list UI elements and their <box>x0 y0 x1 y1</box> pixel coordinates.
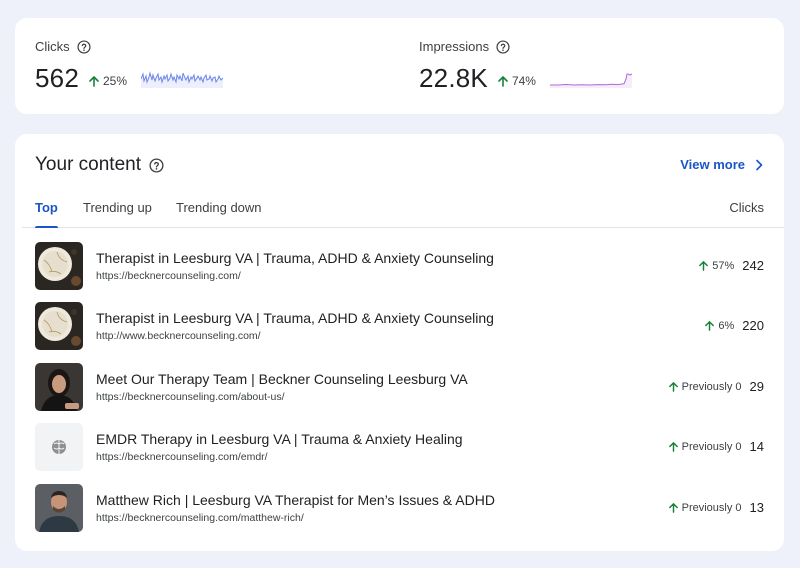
row-change: Previously 0 <box>668 381 742 393</box>
row-stats: 57% 242 <box>698 258 764 273</box>
your-content-card: Your content View more Top Trending up T… <box>15 134 784 551</box>
arrow-up-icon <box>699 261 709 271</box>
arrow-up-icon <box>705 321 715 331</box>
man-portrait <box>35 484 83 532</box>
row-clicks: 14 <box>749 439 764 454</box>
row-url: http://www.becknercounseling.com/ <box>96 330 261 342</box>
help-icon[interactable] <box>149 157 164 173</box>
arrow-up-icon <box>668 503 678 513</box>
tab-trending-down[interactable]: Trending down <box>163 200 275 228</box>
row-url: https://becknercounseling.com/about-us/ <box>96 391 285 403</box>
row-clicks: 13 <box>749 500 764 515</box>
brain-thumbnail <box>35 423 83 471</box>
impressions-sparkline <box>549 73 632 88</box>
impressions-label: Impressions <box>419 39 490 54</box>
row-change: 57% <box>698 260 734 272</box>
team-member-thumbnail <box>35 363 83 411</box>
clicks-sparkline <box>141 71 224 88</box>
content-header: Your content View more <box>35 154 764 180</box>
row-url: https://becknercounseling.com/matthew-ri… <box>96 512 304 524</box>
row-change: Previously 0 <box>668 441 742 453</box>
row-title[interactable]: Therapist in Leesburg VA | Trauma, ADHD … <box>96 310 494 326</box>
clicks-change-value: 25% <box>102 74 128 88</box>
row-change-value: Previously 0 <box>681 440 742 453</box>
view-more-label: View more <box>680 157 745 172</box>
ceramic-plate-image <box>35 302 83 350</box>
clicks-change: 25% <box>88 74 127 88</box>
metrics-card: Clicks 562 25% Impressions 22.8K 74% <box>15 18 784 114</box>
impressions-change-value: 74% <box>511 74 536 88</box>
row-url: https://becknercounseling.com/ <box>96 270 241 282</box>
brain-icon-placeholder <box>35 423 83 471</box>
ceramic-plate-thumbnail <box>35 302 83 350</box>
row-stats: Previously 0 14 <box>668 439 764 454</box>
impressions-change: 74% <box>497 74 536 88</box>
row-title[interactable]: Matthew Rich | Leesburg VA Therapist for… <box>96 492 495 508</box>
ceramic-plate-thumbnail <box>35 242 83 290</box>
content-row[interactable]: EMDR Therapy in Leesburg VA | Trauma & A… <box>15 417 784 478</box>
row-url: https://becknercounseling.com/emdr/ <box>96 451 268 463</box>
row-clicks: 29 <box>749 379 764 394</box>
clicks-metric-row: 562 25% <box>35 63 224 93</box>
content-title: Your content <box>35 154 141 175</box>
man-portrait-thumbnail <box>35 484 83 532</box>
help-icon[interactable] <box>496 39 510 54</box>
arrow-up-icon <box>89 76 99 87</box>
row-title[interactable]: Therapist in Leesburg VA | Trauma, ADHD … <box>96 250 494 266</box>
ceramic-plate-image <box>35 242 83 290</box>
content-row[interactable]: Therapist in Leesburg VA | Trauma, ADHD … <box>15 296 784 357</box>
impressions-value: 22.8K <box>419 63 488 93</box>
clicks-metric-header: Clicks <box>35 39 91 54</box>
row-change: 6% <box>704 320 734 332</box>
content-row[interactable]: Therapist in Leesburg VA | Trauma, ADHD … <box>15 236 784 297</box>
impressions-metric: Impressions 22.8K 74% <box>419 18 779 114</box>
tab-trending-up[interactable]: Trending up <box>70 200 165 228</box>
row-title[interactable]: EMDR Therapy in Leesburg VA | Trauma & A… <box>96 431 463 447</box>
row-clicks: 242 <box>742 258 764 273</box>
arrow-up-icon <box>668 442 678 452</box>
impressions-metric-header: Impressions <box>419 39 510 54</box>
help-icon[interactable] <box>77 39 91 54</box>
clicks-metric: Clicks 562 25% <box>35 18 395 114</box>
tab-top[interactable]: Top <box>22 200 71 228</box>
arrow-up-icon <box>498 76 508 87</box>
row-stats: 6% 220 <box>704 318 764 333</box>
row-change-value: Previously 0 <box>681 380 742 393</box>
clicks-label: Clicks <box>35 39 70 54</box>
row-change: Previously 0 <box>668 502 742 514</box>
content-tabs: Top Trending up Trending down Clicks <box>22 194 784 228</box>
row-stats: Previously 0 29 <box>668 379 764 394</box>
row-change-value: 57% <box>712 259 735 272</box>
clicks-column-header: Clicks <box>729 200 764 215</box>
row-title[interactable]: Meet Our Therapy Team | Beckner Counseli… <box>96 371 468 387</box>
view-more-link[interactable]: View more <box>680 157 764 172</box>
content-row[interactable]: Meet Our Therapy Team | Beckner Counseli… <box>15 357 784 418</box>
clicks-value: 562 <box>35 63 79 93</box>
row-change-value: Previously 0 <box>681 501 742 514</box>
impressions-metric-row: 22.8K 74% <box>419 63 632 93</box>
row-change-value: 6% <box>718 319 735 332</box>
chevron-right-icon <box>756 159 763 170</box>
content-title-wrap: Your content <box>35 154 164 176</box>
team-member-portrait <box>35 363 83 411</box>
arrow-up-icon <box>668 382 678 392</box>
row-clicks: 220 <box>742 318 764 333</box>
row-stats: Previously 0 13 <box>668 500 764 515</box>
content-row[interactable]: Matthew Rich | Leesburg VA Therapist for… <box>15 478 784 539</box>
